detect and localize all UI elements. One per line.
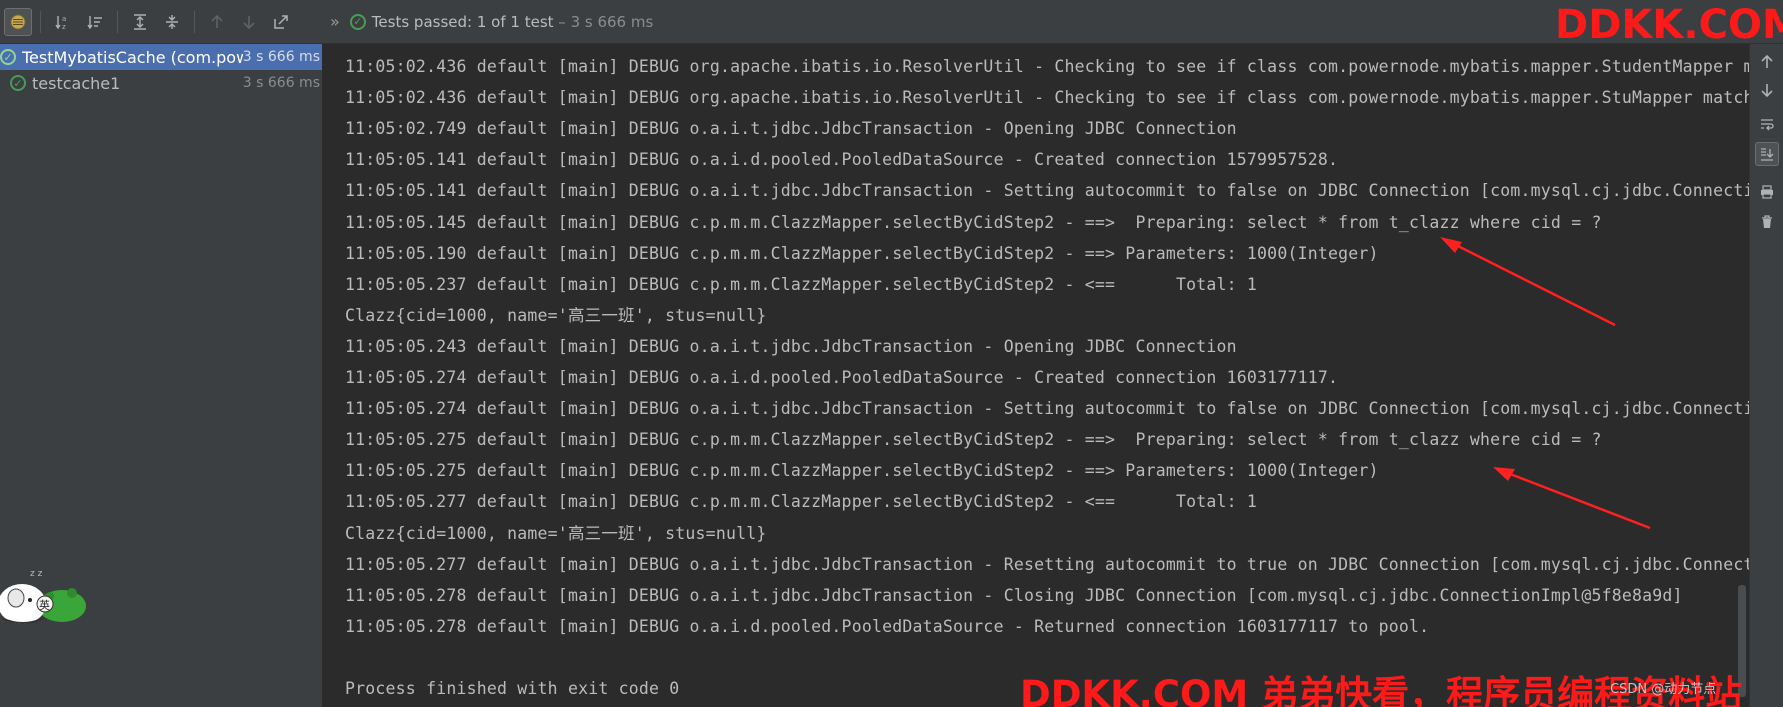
console-line: 11:05:05.141 default [main] DEBUG o.a.i.… (345, 181, 1749, 201)
status-count: 1 of 1 test (476, 12, 554, 31)
test-suite-name: TestMybatisCache (com.powernode (22, 47, 243, 67)
mascot-sticker: 英 z z (0, 569, 86, 624)
console-tool-strip (1749, 44, 1783, 707)
sort-alpha-icon[interactable]: az (49, 8, 77, 36)
console-line: 11:05:05.274 default [main] DEBUG o.a.i.… (345, 368, 1339, 387)
console-line: 11:05:02.749 default [main] DEBUG o.a.i.… (345, 119, 1237, 139)
svg-text:a: a (62, 15, 66, 23)
test-case-row[interactable]: ✓ testcache1 3 s 666 ms (0, 70, 322, 96)
mascot-label: 英 (39, 598, 50, 612)
console-line: 11:05:05.237 default [main] DEBUG c.p.m.… (345, 274, 1258, 294)
tests-passed-status: Tests passed: 1 of 1 test – 3 s 666 ms (372, 13, 654, 31)
previous-failed-icon[interactable] (203, 8, 231, 36)
test-results-tree-panel: az ✓ TestMybatisCache (com.powernode 3 s… (0, 0, 322, 707)
console-line: 11:05:05.275 default [main] DEBUG c.p.m.… (345, 461, 1379, 481)
console-line: 11:05:02.436 default [main] DEBUG org.ap… (345, 88, 1749, 108)
test-case-duration: 3 s 666 ms (242, 75, 320, 91)
console-line: 11:05:05.275 default [main] DEBUG c.p.m.… (345, 430, 1602, 450)
clear-all-icon[interactable] (1755, 210, 1779, 234)
watermark-top: DDKK.COM (1555, 2, 1783, 48)
console-line: Clazz{cid=1000, name='高三一班', stus=null} (345, 523, 767, 543)
console-line: 11:05:05.243 default [main] DEBUG o.a.i.… (345, 336, 1237, 356)
scroll-up-icon[interactable] (1755, 50, 1779, 74)
toolbar-separator (117, 10, 118, 33)
status-label: Tests passed: (371, 12, 473, 31)
console-line: 11:05:05.274 default [main] DEBUG o.a.i.… (345, 399, 1749, 419)
collapse-all-icon[interactable] (158, 8, 186, 36)
test-passed-icon: ✓ (10, 75, 26, 91)
console-line: Clazz{cid=1000, name='高三一班', stus=null} (345, 305, 767, 325)
console-line: 11:05:05.277 default [main] DEBUG o.a.i.… (345, 554, 1749, 574)
soft-wrap-icon[interactable] (1755, 112, 1779, 136)
console-line: 11:05:02.436 default [main] DEBUG org.ap… (345, 57, 1749, 76)
test-suite-row[interactable]: ✓ TestMybatisCache (com.powernode 3 s 66… (0, 44, 322, 70)
console-line: 11:05:05.145 default [main] DEBUG c.p.m.… (345, 212, 1602, 232)
console-line: 11:05:05.141 default [main] DEBUG o.a.i.… (345, 150, 1339, 170)
test-suite-duration: 3 s 666 ms (242, 49, 320, 65)
console-line: 11:05:05.277 default [main] DEBUG c.p.m.… (345, 492, 1258, 512)
console-line: Process finished with exit code 0 (345, 679, 680, 698)
toolbar-separator (194, 10, 195, 33)
console-line: 11:05:05.190 default [main] DEBUG c.p.m.… (345, 243, 1379, 263)
console-line: 11:05:05.278 default [main] DEBUG o.a.i.… (345, 585, 1683, 605)
scroll-down-icon[interactable] (1755, 78, 1779, 102)
export-icon[interactable] (267, 8, 295, 36)
tests-passed-icon: ✓ (349, 13, 366, 30)
next-failed-icon[interactable] (235, 8, 263, 36)
test-case-name: testcache1 (32, 73, 121, 93)
console-line: 11:05:05.278 default [main] DEBUG o.a.i.… (345, 616, 1430, 636)
status-duration: – 3 s 666 ms (558, 12, 654, 31)
show-passed-icon[interactable] (4, 7, 32, 36)
svg-text:z: z (62, 23, 66, 31)
chevron-double-right-icon[interactable]: » (330, 12, 340, 31)
print-icon[interactable] (1755, 180, 1779, 204)
test-runner-toolbar: az (0, 0, 322, 44)
console-output[interactable]: 11:05:02.436 default [main] DEBUG org.ap… (322, 44, 1749, 707)
expand-all-icon[interactable] (126, 8, 154, 36)
test-passed-icon: ✓ (0, 49, 16, 65)
toolbar-separator (40, 10, 41, 33)
sort-duration-icon[interactable] (81, 8, 109, 36)
scroll-to-end-icon[interactable] (1755, 142, 1779, 166)
svg-text:z z: z z (30, 569, 43, 579)
csdn-author-tag: CSDN @动力节点 (1610, 682, 1717, 697)
